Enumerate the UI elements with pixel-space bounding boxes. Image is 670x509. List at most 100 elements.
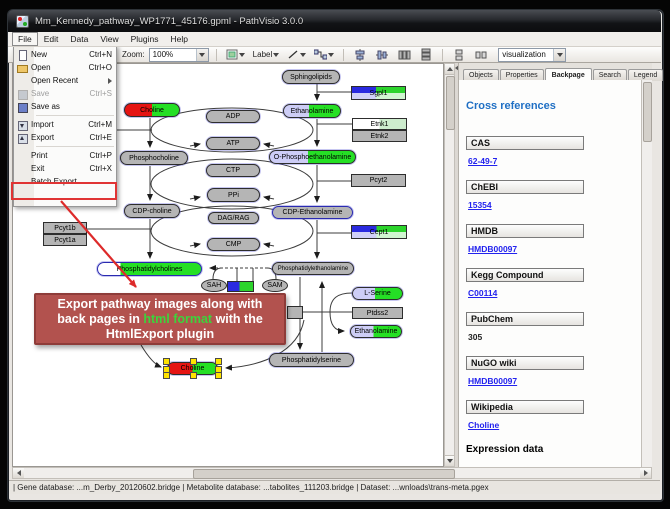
pathway-node-label: Sgpl1: [370, 90, 388, 97]
export-icon: [17, 133, 27, 143]
pathway-node-pcyt1b[interactable]: Pcyt1b: [43, 222, 87, 234]
selection-handle[interactable]: [163, 358, 170, 365]
scroll-down-icon[interactable]: [445, 455, 454, 466]
pathway-node-cmp[interactable]: CMP: [207, 238, 260, 251]
selection-handle[interactable]: [190, 358, 197, 365]
pathway-node-phosphatidylserine[interactable]: Phosphatidylserine: [269, 353, 354, 367]
xref-value[interactable]: 62-49-7: [468, 156, 641, 166]
stack-vertical-button[interactable]: [450, 47, 468, 63]
scroll-left-icon[interactable]: [13, 468, 24, 478]
canvas-vscroll-thumb[interactable]: [446, 76, 455, 130]
xref-value[interactable]: HMDB00097: [468, 244, 641, 254]
pathway-node-enzyme-box[interactable]: [287, 306, 303, 319]
pathway-node-phosphatidylcholines[interactable]: Phosphatidylcholines: [97, 262, 202, 276]
pathway-node-choline[interactable]: Choline: [124, 103, 180, 117]
file-menu-item-save-as[interactable]: Save as: [14, 100, 116, 113]
pathway-node-ctp[interactable]: CTP: [206, 164, 260, 177]
file-menu-item-new[interactable]: NewCtrl+N: [14, 48, 116, 61]
pathway-node-ptdss2[interactable]: Ptdss2: [352, 307, 403, 319]
pathway-node-phosphatidylethanolamine[interactable]: Phosphatidylethanolamine: [272, 262, 354, 275]
sidebar-vertical-scrollbar[interactable]: [641, 80, 652, 467]
pathway-node-dag-rag[interactable]: DAG/RAG: [208, 212, 259, 224]
pathway-node-etnk1[interactable]: Etnk1: [352, 118, 407, 130]
title-bar[interactable]: Mm_Kennedy_pathway_WP1771_45176.gpml - P…: [8, 10, 661, 32]
zoom-combobox[interactable]: 100%: [149, 48, 209, 62]
pathway-node-cept1[interactable]: Cept1: [351, 225, 407, 239]
xref-section-wikipedia: Wikipedia Choline: [466, 400, 641, 430]
canvas-vertical-scrollbar[interactable]: [444, 63, 455, 467]
toolbar-separator: [343, 49, 344, 61]
file-menu-item-import[interactable]: ImportCtrl+M: [14, 118, 116, 131]
file-menu-item-print[interactable]: PrintCtrl+P: [14, 149, 116, 162]
pathway-node-label: Pcyt2: [370, 177, 388, 184]
pathway-node-choline-selected[interactable]: Choline: [167, 362, 218, 375]
zoom-value: 100%: [150, 50, 196, 59]
file-menu-item-export[interactable]: ExportCtrl+E: [14, 131, 116, 144]
pathway-node-label: SAH: [207, 282, 221, 289]
xref-value[interactable]: C00114: [468, 288, 641, 298]
file-menu-item-exit[interactable]: ExitCtrl+X: [14, 162, 116, 175]
pathway-node-atp[interactable]: ATP: [206, 137, 260, 150]
selection-handle[interactable]: [215, 372, 222, 379]
menu-plugins[interactable]: Plugins: [125, 32, 165, 46]
pathway-node-sah[interactable]: SAH: [201, 279, 227, 292]
menu-item-shortcut: Ctrl+P: [90, 151, 112, 160]
stack-horizontal-button[interactable]: [472, 47, 490, 63]
menu-file[interactable]: File: [12, 32, 38, 46]
xref-title: Wikipedia: [466, 400, 584, 414]
file-menu-item-open[interactable]: OpenCtrl+O: [14, 61, 116, 74]
pathway-node-l-serine[interactable]: L-Serine: [352, 287, 403, 300]
menu-data[interactable]: Data: [64, 32, 94, 46]
pathway-node-sgpl1[interactable]: Sgpl1: [351, 86, 406, 100]
canvas-horizontal-scrollbar[interactable]: [12, 467, 652, 479]
pathway-node-sam[interactable]: SAM: [262, 279, 288, 292]
pathway-node-pcyt2[interactable]: Pcyt2: [351, 174, 406, 187]
pathway-node-ethanolamine-2[interactable]: Ethanolamine: [350, 325, 402, 338]
menu-help[interactable]: Help: [165, 32, 194, 46]
pathway-node-label: ADP: [226, 113, 240, 120]
pathway-node-etnk2[interactable]: Etnk2: [352, 130, 407, 142]
xref-value[interactable]: HMDB00097: [468, 376, 641, 386]
zoom-dropdown-icon[interactable]: [196, 49, 208, 61]
menu-view[interactable]: View: [94, 32, 124, 46]
menu-item-shortcut: Ctrl+S: [90, 89, 112, 98]
xref-value[interactable]: Choline: [468, 420, 641, 430]
pathway-node-label: O-Phosphoethanolamine: [274, 154, 351, 161]
sidebar-vscroll-thumb[interactable]: [643, 82, 652, 142]
pathway-node-label: Sphingolipids: [290, 74, 332, 81]
pathway-node-ppi[interactable]: PPi: [207, 188, 260, 202]
visualization-dropdown-icon[interactable]: [553, 49, 565, 61]
pathway-node-cdp-choline[interactable]: CDP-choline: [124, 204, 180, 218]
pathway-node-pcyt1a[interactable]: Pcyt1a: [43, 234, 87, 246]
pathway-node-phosphocholine[interactable]: Phosphocholine: [120, 151, 188, 165]
canvas-hscroll-thumb[interactable]: [193, 469, 455, 479]
connector-tool-dropdown[interactable]: [312, 47, 336, 63]
stack-horizontal-icon: [475, 49, 487, 61]
file-menu-item-save[interactable]: SaveCtrl+S: [14, 87, 116, 100]
line-tool-dropdown[interactable]: [285, 47, 308, 63]
distribute-vertical-button[interactable]: [417, 47, 435, 63]
pathway-node-cdp-ethanolamine[interactable]: CDP-Ethanolamine: [272, 206, 353, 219]
file-menu-item-open-recent[interactable]: Open Recent: [14, 74, 116, 87]
menu-edit[interactable]: Edit: [38, 32, 65, 46]
visualization-combobox[interactable]: visualization: [498, 48, 566, 62]
pathway-node-sphingolipids[interactable]: Sphingolipids: [282, 70, 340, 84]
distribute-horizontal-button[interactable]: [395, 47, 413, 63]
label-tool-dropdown[interactable]: Label: [251, 47, 282, 63]
pathway-node-adp[interactable]: ADP: [206, 110, 260, 123]
pathway-node-ethanolamine[interactable]: Ethanolamine: [283, 104, 341, 118]
align-vertical-center-button[interactable]: [351, 47, 369, 63]
scroll-up-icon[interactable]: [445, 64, 454, 75]
save-icon: [17, 89, 27, 99]
pathway-node-pemt[interactable]: [227, 281, 254, 292]
pathway-node-o-phosphoethanolamine[interactable]: O-Phosphoethanolamine: [269, 150, 356, 164]
align-horizontal-center-button[interactable]: [373, 47, 391, 63]
xref-value[interactable]: 15354: [468, 200, 641, 210]
selection-handle[interactable]: [190, 372, 197, 379]
selection-handle[interactable]: [163, 372, 170, 379]
pathway-node-label: Cept1: [370, 229, 389, 236]
distribute-horizontal-icon: [398, 49, 411, 61]
scroll-right-icon[interactable]: [640, 468, 651, 478]
selection-handle[interactable]: [215, 358, 222, 365]
datanode-tool-dropdown[interactable]: [224, 47, 247, 63]
